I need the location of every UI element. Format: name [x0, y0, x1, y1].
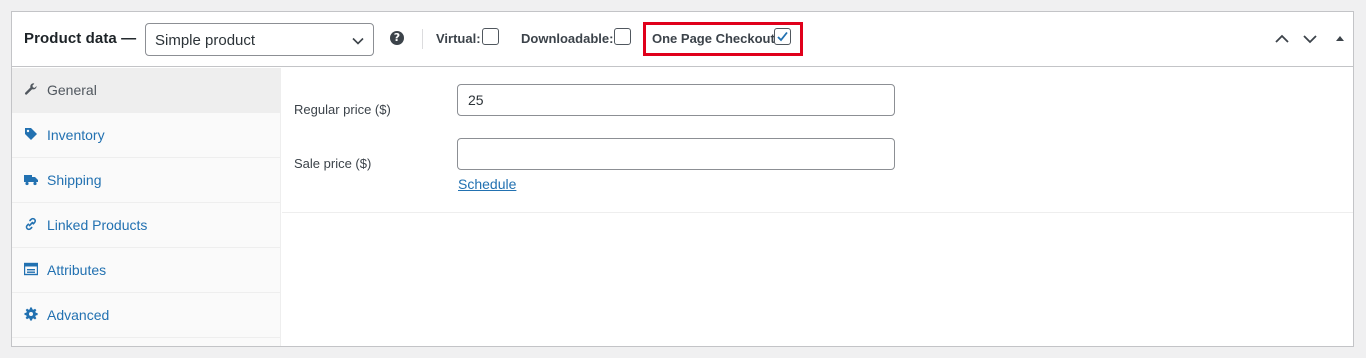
chevron-down-icon[interactable] — [1302, 31, 1318, 47]
tab-label: Advanced — [47, 307, 110, 323]
list-icon — [24, 262, 38, 276]
general-pricing-section: Regular price ($) 25 Sale price ($) Sche… — [282, 68, 1353, 213]
one-page-checkout-highlight — [643, 22, 803, 56]
sale-price-input[interactable] — [457, 138, 895, 170]
tab-attributes[interactable]: Attributes — [12, 248, 280, 293]
virtual-label: Virtual: — [436, 31, 481, 46]
product-data-tabs: General Inventory Shipping Linked Produc… — [12, 68, 281, 346]
product-data-panel: Product data — Simple product ? Virtual:… — [11, 11, 1354, 347]
product-data-header: Product data — Simple product ? Virtual:… — [12, 12, 1353, 67]
tab-label: Linked Products — [47, 217, 148, 233]
virtual-checkbox[interactable] — [482, 28, 499, 45]
tab-label: Shipping — [47, 172, 102, 188]
tab-general[interactable]: General — [12, 68, 280, 113]
chevron-down-icon — [352, 37, 364, 45]
tab-label: Attributes — [47, 262, 107, 278]
schedule-link[interactable]: Schedule — [458, 176, 516, 192]
header-divider — [422, 29, 423, 49]
help-icon[interactable]: ? — [390, 31, 404, 45]
regular-price-input[interactable]: 25 — [457, 84, 895, 116]
product-type-select[interactable]: Simple product — [145, 23, 374, 56]
tag-icon — [25, 128, 37, 140]
gear-icon — [24, 307, 38, 321]
downloadable-checkbox[interactable] — [614, 28, 631, 45]
product-type-value: Simple product — [155, 32, 256, 49]
tab-shipping[interactable]: Shipping — [12, 158, 280, 203]
collapse-toggle-icon[interactable] — [1332, 31, 1348, 47]
wrench-icon — [24, 83, 37, 95]
sale-price-label: Sale price ($) — [294, 156, 372, 171]
tab-linked-products[interactable]: Linked Products — [12, 203, 280, 248]
tab-label: Inventory — [47, 127, 105, 143]
panel-title: Product data — — [24, 30, 137, 47]
tab-inventory[interactable]: Inventory — [12, 113, 280, 158]
link-icon — [25, 217, 36, 231]
chevron-up-icon[interactable] — [1274, 31, 1290, 47]
tab-advanced[interactable]: Advanced — [12, 293, 280, 338]
truck-icon — [24, 175, 38, 186]
tab-label: General — [47, 82, 97, 98]
regular-price-label: Regular price ($) — [294, 102, 391, 117]
downloadable-label: Downloadable: — [521, 31, 614, 46]
